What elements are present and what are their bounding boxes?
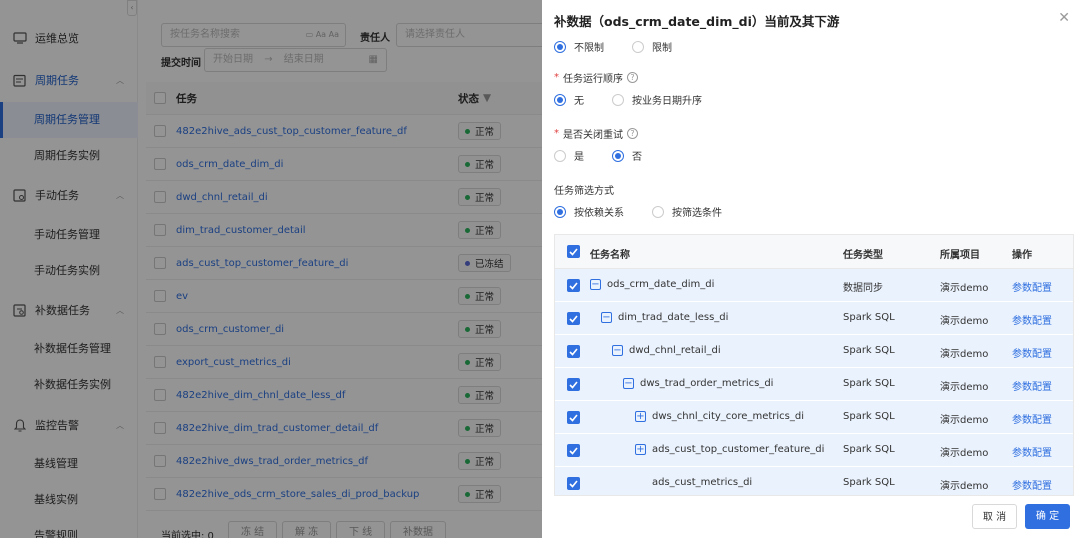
radio-limit[interactable] xyxy=(632,40,644,53)
tree-row[interactable]: − ods_crm_date_dim_di 数据同步 演示demo 参数配置 xyxy=(555,269,1073,302)
task-name-text: dws_chnl_city_core_metrics_di xyxy=(652,411,805,422)
tree-task-name: − dws_trad_order_metrics_di xyxy=(623,378,773,389)
collapse-icon[interactable]: − xyxy=(590,279,601,290)
task-project: 演示demo xyxy=(940,316,989,327)
radio-no-limit[interactable] xyxy=(554,40,566,53)
retry-label-text: 是否关闭重试 xyxy=(563,130,623,141)
tree-task-name: + ads_cust_top_customer_feature_di xyxy=(635,444,824,455)
param-config-link[interactable]: 参数配置 xyxy=(1012,378,1052,393)
backfill-drawer: 补数据（ods_crm_date_dim_di）当前及其下游 ✕ 不限制 限制 … xyxy=(542,0,1080,538)
required-mark: * xyxy=(554,72,559,83)
task-project: 演示demo xyxy=(940,283,989,294)
radio-label: 不限制 xyxy=(574,43,604,54)
task-name-text: dws_trad_order_metrics_di xyxy=(640,378,774,389)
filter-mode-label: 任务筛选方式 xyxy=(554,186,614,197)
radio-by-dependency[interactable] xyxy=(554,205,566,218)
task-name-text: ods_crm_date_dim_di xyxy=(607,279,715,290)
limit-radio-group: 不限制 限制 xyxy=(554,39,672,54)
task-project: 演示demo xyxy=(940,382,989,393)
filter-radio-group: 按依赖关系 按筛选条件 xyxy=(554,204,722,219)
param-config-link[interactable]: 参数配置 xyxy=(1012,411,1052,426)
task-type: Spark SQL xyxy=(843,411,895,422)
row-checkbox[interactable] xyxy=(567,378,580,391)
collapse-icon[interactable]: − xyxy=(623,378,634,389)
radio-label: 无 xyxy=(574,96,584,107)
expand-icon[interactable]: + xyxy=(635,411,646,422)
retry-radio-group: 是 否 xyxy=(554,148,642,163)
help-icon[interactable]: ? xyxy=(627,72,638,83)
col-op-header: 操作 xyxy=(1012,250,1032,261)
select-all-checkbox[interactable] xyxy=(567,245,580,258)
param-config-link[interactable]: 参数配置 xyxy=(1012,477,1052,492)
task-name-text: dim_trad_date_less_di xyxy=(618,312,729,323)
task-type: Spark SQL xyxy=(843,378,895,389)
drawer-title: 补数据（ods_crm_date_dim_di）当前及其下游 xyxy=(554,14,840,29)
tree-task-name: ads_cust_metrics_di xyxy=(635,477,752,488)
col-type-header: 任务类型 xyxy=(843,250,883,261)
close-icon[interactable]: ✕ xyxy=(1058,10,1070,26)
tree-task-name: − dwd_chnl_retail_di xyxy=(612,345,721,356)
collapse-icon[interactable]: − xyxy=(601,312,612,323)
task-name-text: ads_cust_metrics_di xyxy=(652,477,753,488)
radio-retry-yes[interactable] xyxy=(554,149,566,162)
task-project: 演示demo xyxy=(940,349,989,360)
task-name-text: ads_cust_top_customer_feature_di xyxy=(652,444,825,455)
task-type: 数据同步 xyxy=(843,283,883,294)
expand-icon[interactable]: + xyxy=(635,444,646,455)
tree-row[interactable]: − dws_trad_order_metrics_di Spark SQL 演示dem… xyxy=(555,368,1073,401)
param-config-link[interactable]: 参数配置 xyxy=(1012,312,1052,327)
tree-row[interactable]: + ads_cust_top_customer_feature_di Spark S… xyxy=(555,434,1073,467)
task-project: 演示demo xyxy=(940,448,989,459)
task-project: 演示demo xyxy=(940,481,989,492)
row-checkbox[interactable] xyxy=(567,477,580,490)
radio-label: 是 xyxy=(574,152,584,163)
col-project-header: 所属项目 xyxy=(940,250,980,261)
task-project: 演示demo xyxy=(940,415,989,426)
radio-label: 限制 xyxy=(652,43,672,54)
param-config-link[interactable]: 参数配置 xyxy=(1012,444,1052,459)
param-config-link[interactable]: 参数配置 xyxy=(1012,279,1052,294)
order-label: * 任务运行顺序 ? xyxy=(554,70,638,85)
modal-overlay[interactable] xyxy=(0,0,542,538)
order-label-text: 任务运行顺序 xyxy=(563,74,623,85)
tree-row[interactable]: − dwd_chnl_retail_di Spark SQL 演示demo 参数配置 xyxy=(555,335,1073,368)
param-config-link[interactable]: 参数配置 xyxy=(1012,345,1052,360)
task-type: Spark SQL xyxy=(843,477,895,488)
tree-task-name: + dws_chnl_city_core_metrics_di xyxy=(635,411,804,422)
tree-row[interactable]: ads_cust_metrics_di Spark SQL 演示demo 参数配置 xyxy=(555,467,1073,495)
cancel-button[interactable]: 取 消 xyxy=(972,504,1017,529)
collapse-icon[interactable]: − xyxy=(612,345,623,356)
row-checkbox[interactable] xyxy=(567,279,580,292)
task-name-text: dwd_chnl_retail_di xyxy=(629,345,721,356)
help-icon[interactable]: ? xyxy=(627,128,638,139)
task-tree-table: 任务名称 任务类型 所属项目 操作 − ods_crm_date_dim_di 数据… xyxy=(554,234,1074,496)
radio-label: 按筛选条件 xyxy=(672,208,722,219)
row-checkbox[interactable] xyxy=(567,312,580,325)
radio-by-condition[interactable] xyxy=(652,205,664,218)
task-type: Spark SQL xyxy=(843,345,895,356)
tree-task-name: − ods_crm_date_dim_di xyxy=(590,279,714,290)
task-type: Spark SQL xyxy=(843,444,895,455)
required-mark: * xyxy=(554,128,559,139)
radio-retry-no[interactable] xyxy=(612,149,624,162)
tree-task-name: − dim_trad_date_less_di xyxy=(601,312,728,323)
radio-order-asc[interactable] xyxy=(612,93,624,106)
radio-label: 按业务日期升序 xyxy=(632,96,702,107)
order-radio-group: 无 按业务日期升序 xyxy=(554,92,702,107)
row-checkbox[interactable] xyxy=(567,411,580,424)
tree-row[interactable]: + dws_chnl_city_core_metrics_di Spark SQL 演… xyxy=(555,401,1073,434)
tree-table-header: 任务名称 任务类型 所属项目 操作 xyxy=(555,235,1073,269)
col-name-header: 任务名称 xyxy=(590,250,630,261)
radio-label: 否 xyxy=(632,152,642,163)
radio-order-none[interactable] xyxy=(554,93,566,106)
confirm-button[interactable]: 确 定 xyxy=(1025,504,1070,529)
tree-row[interactable]: − dim_trad_date_less_di Spark SQL 演示demo 参数配… xyxy=(555,302,1073,335)
retry-label: * 是否关闭重试 ? xyxy=(554,126,638,141)
task-type: Spark SQL xyxy=(843,312,895,323)
row-checkbox[interactable] xyxy=(567,444,580,457)
radio-label: 按依赖关系 xyxy=(574,208,624,219)
row-checkbox[interactable] xyxy=(567,345,580,358)
